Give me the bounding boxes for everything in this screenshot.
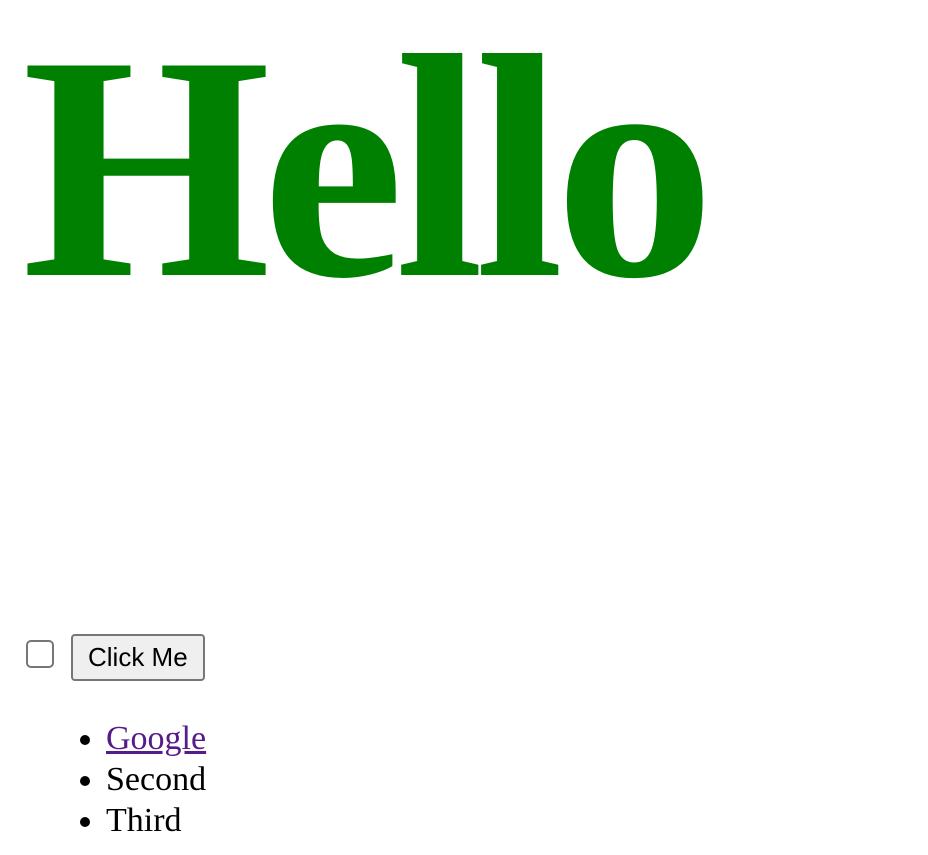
list-item: Google <box>106 718 206 759</box>
checkbox[interactable] <box>26 639 54 668</box>
list-item: Second <box>106 759 206 800</box>
controls-row: Click Me <box>24 634 205 681</box>
click-me-button[interactable]: Click Me <box>71 634 205 681</box>
hello-heading: Hello <box>22 0 715 345</box>
bullet-list: Google Second Third <box>0 718 206 841</box>
google-link[interactable]: Google <box>106 720 206 757</box>
list-item-label: Third <box>106 802 182 839</box>
list-item-label: Second <box>106 761 207 798</box>
list-item: Third <box>106 800 206 841</box>
